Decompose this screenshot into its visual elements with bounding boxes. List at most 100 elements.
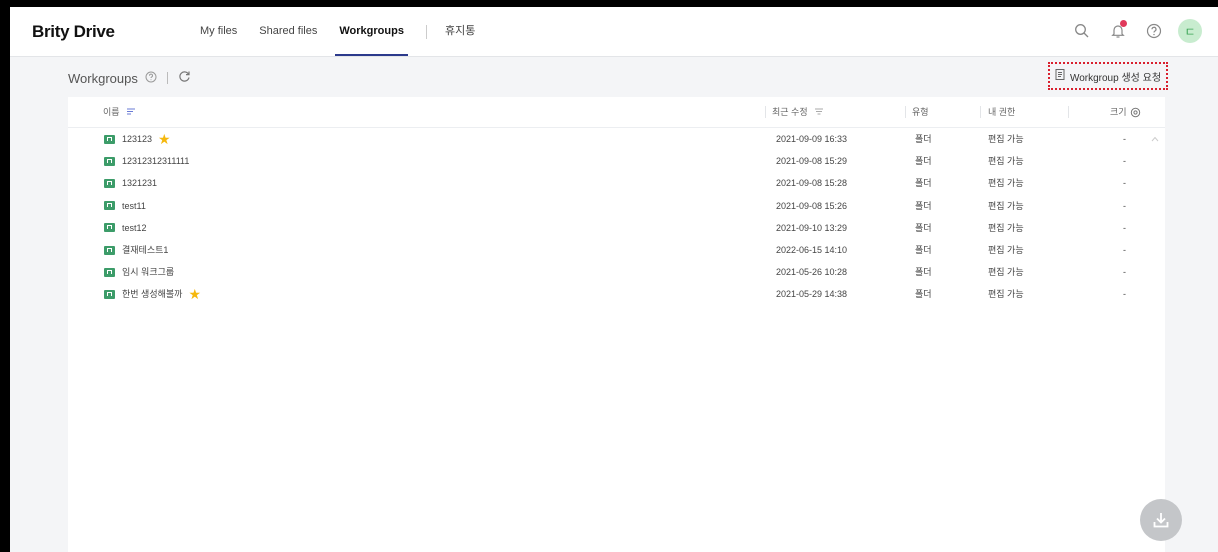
nav-my-files[interactable]: My files bbox=[200, 7, 237, 56]
filter-sort-icon[interactable] bbox=[815, 107, 824, 117]
name-cell: 12312312311111 bbox=[104, 150, 189, 172]
workgroup-icon bbox=[104, 156, 115, 166]
document-icon bbox=[1055, 69, 1065, 83]
row-name[interactable]: test11 bbox=[122, 195, 146, 217]
top-header: Brity Drive My files Shared files Workgr… bbox=[10, 7, 1218, 57]
row-name[interactable]: 1321231 bbox=[122, 172, 157, 194]
row-permission: 편집 가능 bbox=[988, 222, 1024, 233]
file-list-panel: 이름 최근 수정 유형 내 권한 크기 123123 ★ 2021-09-09 … bbox=[68, 97, 1165, 552]
name-cell: 한번 생성해볼까 ★ bbox=[104, 283, 201, 305]
download-button[interactable] bbox=[1140, 499, 1182, 541]
workgroup-icon bbox=[104, 289, 115, 299]
column-divider bbox=[905, 106, 906, 118]
settings-icon[interactable] bbox=[1130, 97, 1141, 127]
workgroup-request-button[interactable]: Workgroup 생성 요청 bbox=[1048, 62, 1168, 90]
row-permission: 편집 가능 bbox=[988, 289, 1024, 300]
column-divider bbox=[1068, 106, 1069, 118]
column-size[interactable]: 크기 bbox=[1110, 97, 1127, 127]
row-name[interactable]: 임시 워크그룹 bbox=[122, 261, 174, 283]
table-row[interactable]: 한번 생성해볼까 ★ 2021-05-29 14:38 폴더 편집 가능 - bbox=[68, 283, 1165, 305]
page-title: Workgroups bbox=[68, 70, 138, 86]
row-size: - bbox=[1123, 222, 1126, 233]
row-name[interactable]: 결재테스트1 bbox=[122, 239, 168, 261]
app-window: Brity Drive My files Shared files Workgr… bbox=[10, 7, 1218, 552]
row-size: - bbox=[1123, 245, 1126, 255]
row-type: 폴더 bbox=[915, 222, 932, 233]
workgroup-icon bbox=[104, 223, 115, 233]
help-icon[interactable] bbox=[145, 71, 157, 86]
column-divider bbox=[765, 106, 766, 118]
workgroup-icon bbox=[104, 245, 115, 255]
nav-trash[interactable]: 휴지통 bbox=[445, 7, 475, 56]
table-row[interactable]: 12312312311111 2021-09-08 15:29 폴더 편집 가능 - bbox=[68, 150, 1165, 172]
request-button-label: Workgroup 생성 요청 bbox=[1069, 72, 1162, 84]
row-type: 폴더 bbox=[915, 267, 932, 278]
search-icon[interactable] bbox=[1070, 19, 1094, 43]
table-header: 이름 최근 수정 유형 내 권한 크기 bbox=[68, 97, 1165, 128]
table-row[interactable]: 123123 ★ 2021-09-09 16:33 폴더 편집 가능 - bbox=[68, 128, 1165, 150]
bell-icon[interactable] bbox=[1106, 19, 1130, 43]
download-icon bbox=[1153, 513, 1169, 528]
table-row[interactable]: test12 2021-09-10 13:29 폴더 편집 가능 - bbox=[68, 217, 1165, 239]
avatar[interactable]: ㄷ bbox=[1178, 19, 1202, 43]
row-modified: 2021-09-10 13:29 bbox=[776, 222, 848, 233]
column-name[interactable]: 이름 bbox=[103, 97, 136, 127]
row-size: - bbox=[1123, 200, 1126, 211]
column-divider bbox=[980, 106, 981, 118]
table-row[interactable]: 1321231 2021-09-08 15:28 폴더 편집 가능 - bbox=[68, 172, 1165, 194]
row-size: - bbox=[1123, 267, 1126, 278]
row-name[interactable]: 123123 bbox=[122, 128, 152, 150]
app-logo[interactable]: Brity Drive bbox=[32, 22, 115, 42]
row-size: - bbox=[1123, 178, 1126, 189]
star-icon[interactable]: ★ bbox=[158, 128, 171, 150]
row-size: - bbox=[1123, 289, 1126, 300]
workgroup-icon bbox=[104, 134, 115, 144]
column-name-label: 이름 bbox=[103, 107, 120, 117]
row-modified: 2022-06-15 14:10 bbox=[776, 245, 848, 255]
row-type: 폴더 bbox=[915, 245, 932, 255]
row-permission: 편집 가능 bbox=[988, 245, 1024, 255]
column-modified[interactable]: 최근 수정 bbox=[772, 97, 824, 127]
sort-icon[interactable] bbox=[127, 107, 136, 117]
header-actions: ㄷ bbox=[1058, 19, 1202, 43]
name-cell: 123123 ★ bbox=[104, 128, 171, 150]
name-cell: 1321231 bbox=[104, 172, 157, 194]
row-modified: 2021-09-09 16:33 bbox=[776, 134, 848, 144]
table-row[interactable]: 임시 워크그룹 2021-05-26 10:28 폴더 편집 가능 - bbox=[68, 261, 1165, 283]
workgroup-icon bbox=[104, 201, 115, 211]
row-permission: 편집 가능 bbox=[988, 156, 1024, 167]
row-type: 폴더 bbox=[915, 200, 932, 211]
refresh-icon[interactable] bbox=[178, 70, 191, 86]
row-type: 폴더 bbox=[915, 289, 932, 300]
row-modified: 2021-09-08 15:26 bbox=[776, 200, 848, 211]
row-modified: 2021-05-29 14:38 bbox=[776, 289, 848, 300]
row-size: - bbox=[1123, 134, 1126, 144]
table-row[interactable]: 결재테스트1 2022-06-15 14:10 폴더 편집 가능 - bbox=[68, 239, 1165, 261]
row-name[interactable]: 한번 생성해볼까 bbox=[122, 283, 182, 305]
row-size: - bbox=[1123, 156, 1126, 167]
main-nav: My files Shared files Workgroups 휴지통 bbox=[200, 7, 497, 56]
row-type: 폴더 bbox=[915, 134, 932, 144]
nav-divider bbox=[425, 24, 427, 39]
help-icon[interactable] bbox=[1142, 19, 1166, 43]
notification-badge bbox=[1120, 20, 1127, 27]
row-modified: 2021-09-08 15:28 bbox=[776, 178, 848, 189]
name-cell: 임시 워크그룹 bbox=[104, 261, 174, 283]
page-subheader: Workgroups bbox=[68, 70, 191, 86]
row-name[interactable]: test12 bbox=[122, 217, 147, 239]
column-permission[interactable]: 내 권한 bbox=[988, 97, 1015, 127]
column-type[interactable]: 유형 bbox=[912, 97, 929, 127]
name-cell: test11 bbox=[104, 195, 146, 217]
row-modified: 2021-09-08 15:29 bbox=[776, 156, 848, 167]
star-icon[interactable]: ★ bbox=[188, 283, 201, 305]
row-type: 폴더 bbox=[915, 178, 932, 189]
name-cell: 결재테스트1 bbox=[104, 239, 168, 261]
column-modified-label: 최근 수정 bbox=[772, 107, 808, 117]
row-permission: 편집 가능 bbox=[988, 134, 1024, 144]
nav-shared-files[interactable]: Shared files bbox=[259, 7, 317, 56]
workgroup-icon bbox=[104, 178, 115, 188]
nav-workgroups[interactable]: Workgroups bbox=[335, 7, 408, 56]
row-permission: 편집 가능 bbox=[988, 200, 1024, 211]
row-name[interactable]: 12312312311111 bbox=[122, 150, 189, 172]
table-row[interactable]: test11 2021-09-08 15:26 폴더 편집 가능 - bbox=[68, 195, 1165, 217]
